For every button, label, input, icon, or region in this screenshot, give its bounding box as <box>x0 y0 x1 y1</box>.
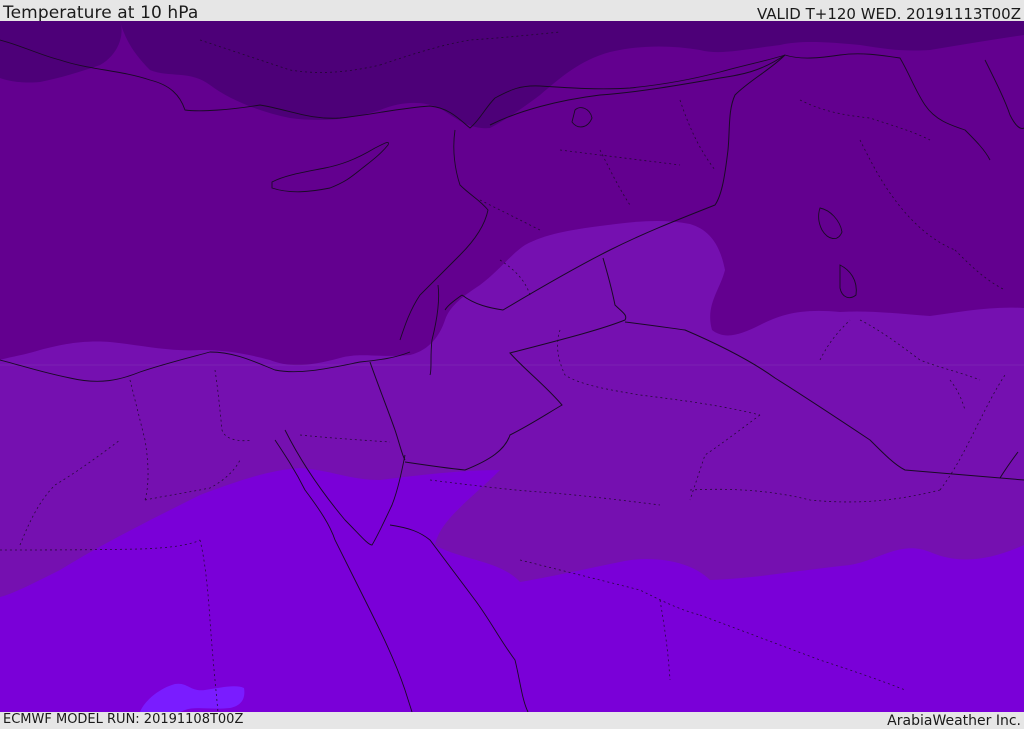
footer-bar: ECMWF MODEL RUN: 20191108T00Z ArabiaWeat… <box>0 712 1024 729</box>
map-area[interactable] <box>0 21 1024 712</box>
map-title: Temperature at 10 hPa <box>3 3 199 23</box>
brand-label: ArabiaWeather Inc. <box>887 713 1021 729</box>
model-run-label: ECMWF MODEL RUN: 20191108T00Z <box>3 712 244 727</box>
temperature-map <box>0 21 1024 712</box>
header-bar: Temperature at 10 hPa VALID T+120 WED. 2… <box>0 0 1024 23</box>
